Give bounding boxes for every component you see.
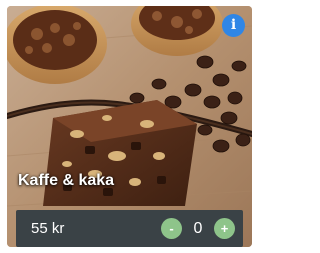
product-card[interactable]: i Kaffe & kaka 55 kr - 0 + bbox=[7, 6, 252, 247]
product-price: 55 kr bbox=[31, 220, 65, 237]
product-title: Kaffe & kaka bbox=[18, 172, 115, 189]
minus-icon[interactable]: - bbox=[161, 218, 182, 239]
plus-icon[interactable]: + bbox=[214, 218, 235, 239]
order-bar: 55 kr - 0 + bbox=[16, 210, 243, 247]
quantity-value: 0 bbox=[193, 219, 203, 237]
info-icon[interactable]: i bbox=[222, 14, 245, 37]
